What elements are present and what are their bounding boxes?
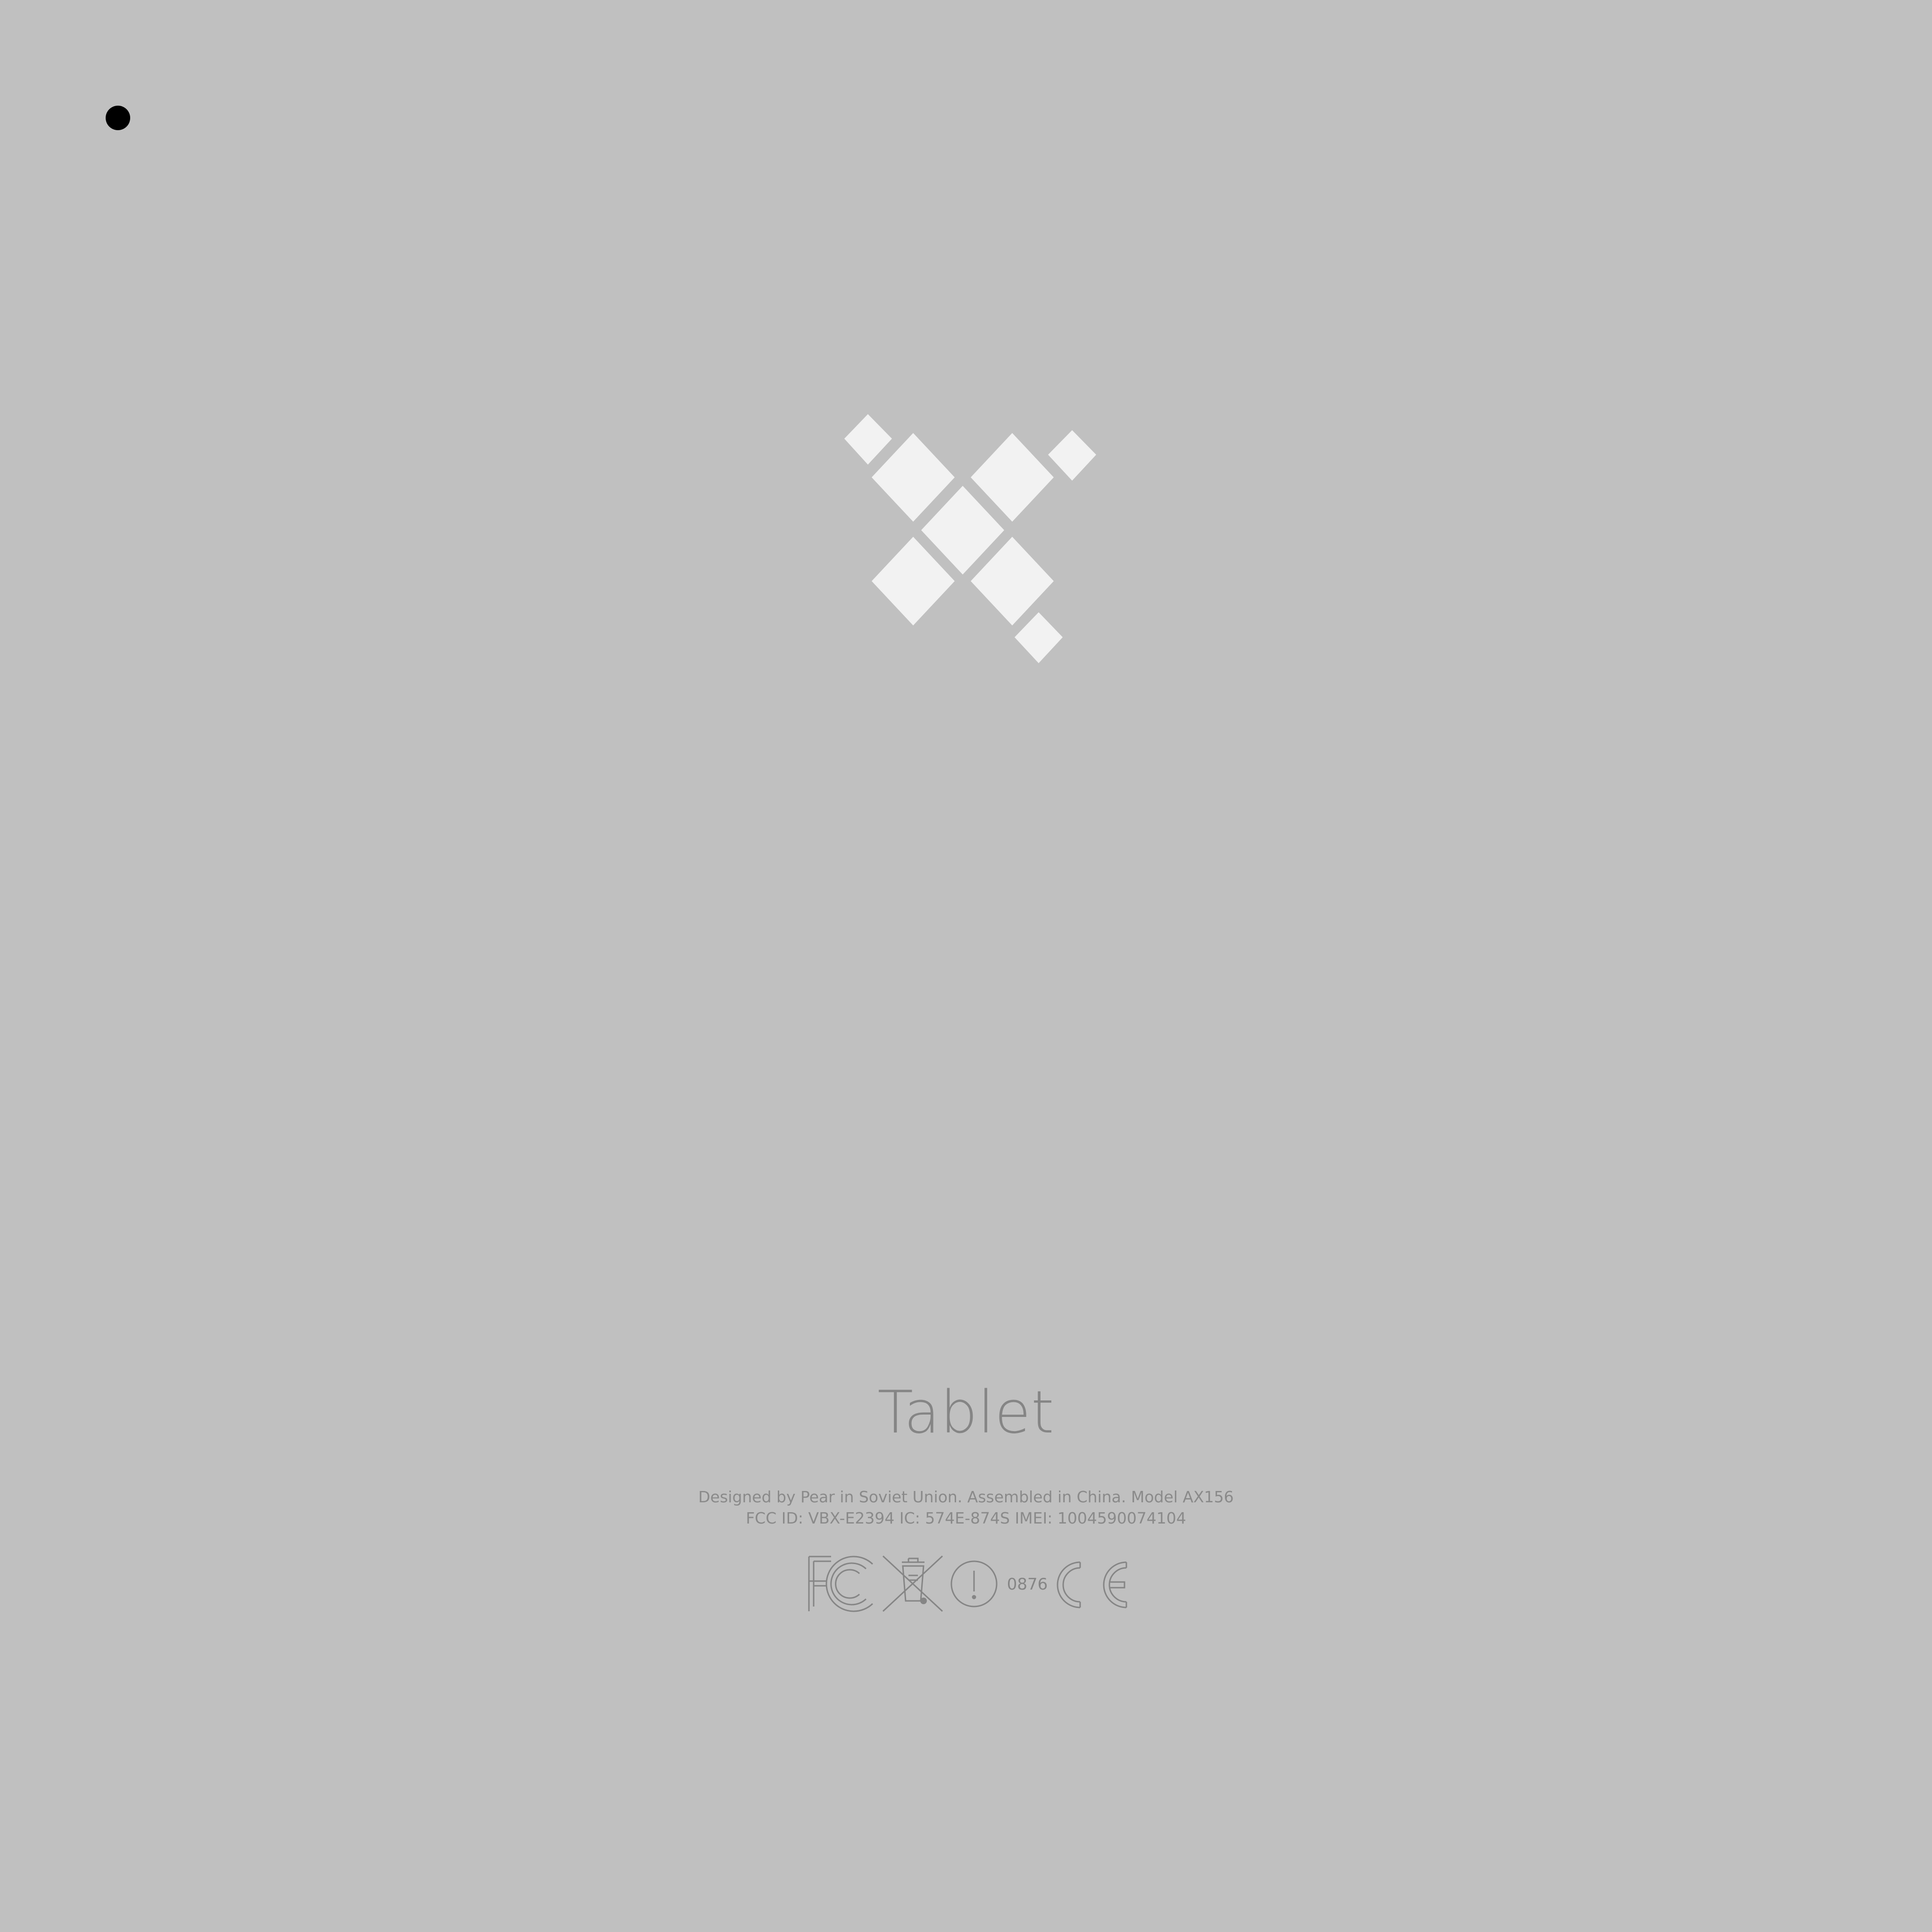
product-name: Tablet [877,1379,1055,1447]
diamond-cross-logo-icon [844,414,1096,663]
crossed-bin-icon [882,1555,943,1612]
logo-diamond-small-top-right [1048,430,1096,481]
logo-diamond-small-top-left [844,414,892,465]
notified-body-number: 0876 [1007,1575,1048,1594]
logo-diamond-small-bottom [1015,612,1063,663]
ce-mark-icon [1057,1561,1127,1608]
certification-marks: 0876 [808,1555,1127,1612]
fcc-mark-icon [808,1556,874,1612]
exclamation-circle-icon [950,1560,998,1607]
legal-text-line-1: Designed by Pear in Soviet Union. Assemb… [698,1488,1234,1506]
legal-text-line-2: FCC ID: VBX-E2394 IC: 574E-874S IMEI: 10… [746,1509,1186,1527]
